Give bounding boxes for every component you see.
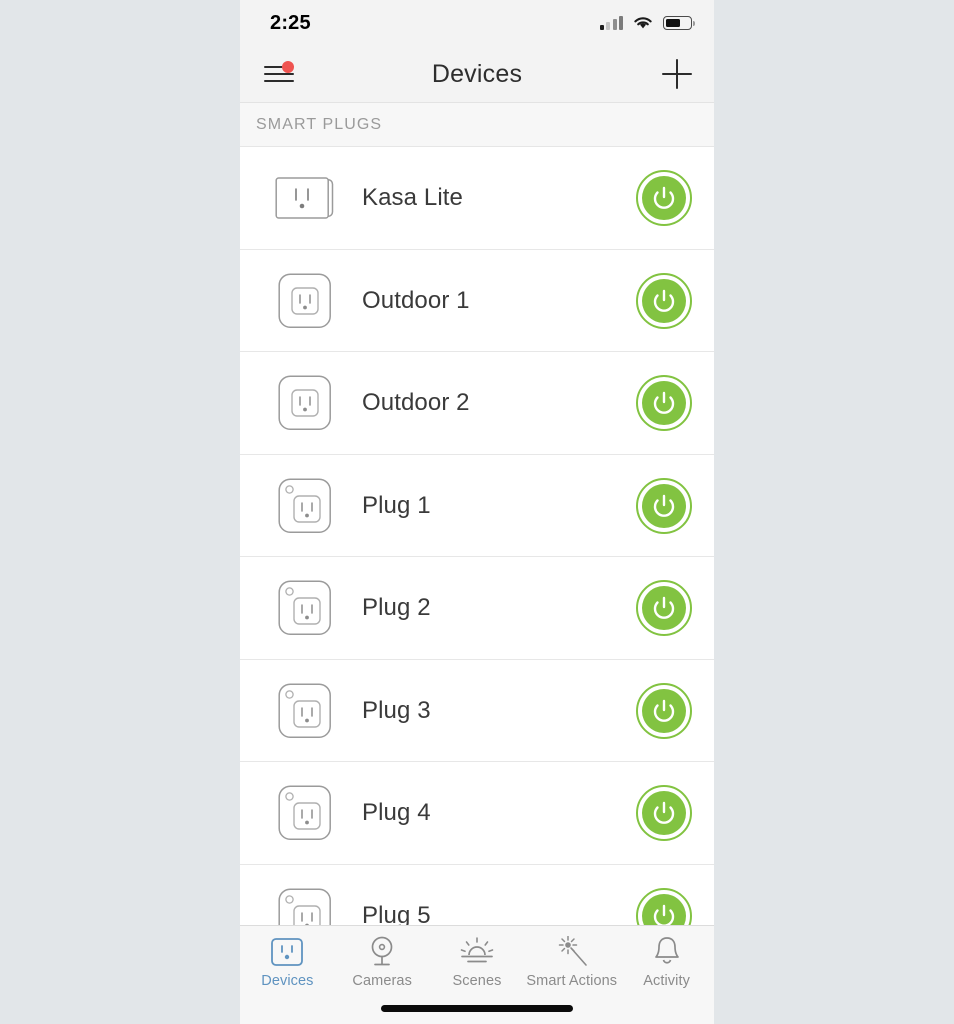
device-row[interactable]: Plug 1 (240, 454, 714, 557)
outdoor-plug-icon (278, 375, 331, 431)
device-row[interactable]: Plug 4 (240, 762, 714, 865)
tab-label: Activity (643, 973, 690, 989)
tab-label: Cameras (352, 973, 412, 989)
device-name: Outdoor 1 (362, 286, 470, 314)
magic-wand-icon (558, 936, 587, 966)
add-device-button[interactable] (662, 59, 692, 89)
power-toggle-icon[interactable] (636, 682, 692, 739)
hamburger-menu-icon[interactable] (262, 61, 296, 87)
power-toggle-on[interactable] (636, 580, 692, 637)
power-toggle-on[interactable] (636, 170, 692, 227)
tab-label: Scenes (452, 973, 502, 989)
page-title: Devices (431, 59, 523, 88)
power-toggle-icon[interactable] (636, 785, 692, 842)
device-name: Kasa Lite (362, 184, 463, 212)
bell-icon (652, 935, 682, 969)
notification-badge (282, 61, 294, 73)
outlet-icon (271, 938, 304, 966)
outdoor-plug-icon (274, 273, 336, 329)
power-toggle-on[interactable] (636, 477, 692, 534)
power-toggle-on[interactable] (636, 785, 692, 842)
device-row[interactable]: Plug 2 (240, 557, 714, 660)
device-name: Plug 2 (362, 594, 431, 622)
tab-label: Devices (261, 973, 314, 989)
wifi-icon (634, 17, 652, 29)
smart-plug-icon (274, 785, 336, 841)
device-row[interactable]: Outdoor 2 (240, 352, 714, 455)
smart-plug-lite-icon (275, 177, 334, 219)
status-time: 2:25 (270, 11, 311, 34)
smart-plug-icon (278, 683, 331, 738)
power-toggle-icon[interactable] (636, 477, 692, 534)
device-name: Plug 4 (362, 799, 431, 827)
nav-bar: Devices (240, 46, 714, 103)
device-list[interactable]: Kasa Lite Outdoor 1 Outdoor 2 Plug 1 Plu… (240, 147, 714, 1024)
smart-plug-icon (278, 785, 331, 841)
device-row[interactable]: Outdoor 1 (240, 249, 714, 352)
sunrise-icon (460, 937, 494, 963)
tab-devices[interactable]: Devices (240, 935, 335, 989)
smart-plug-icon (274, 683, 336, 739)
smart-plug-lite-icon (274, 171, 336, 225)
tab-cameras[interactable]: Cameras (335, 935, 430, 989)
power-toggle-icon[interactable] (636, 580, 692, 637)
device-name: Plug 3 (362, 696, 431, 724)
smart-plug-icon (274, 478, 336, 534)
power-toggle-on[interactable] (636, 682, 692, 739)
power-toggle-on[interactable] (636, 375, 692, 432)
power-toggle-icon[interactable] (636, 375, 692, 432)
smart-plug-icon (278, 478, 331, 533)
section-header-smart-plugs: SMART PLUGS (240, 103, 714, 147)
tab-activity[interactable]: Activity (619, 935, 714, 989)
status-bar: 2:25 (240, 0, 714, 46)
outdoor-plug-icon (274, 375, 336, 431)
phone-screen: 2:25 Devices SMART PLUGS Kasa Lite Outdo… (240, 0, 714, 1024)
device-name: Plug 1 (362, 491, 431, 519)
cellular-signal-icon (599, 16, 623, 30)
smart-plug-icon (274, 580, 336, 636)
home-indicator (381, 1005, 573, 1012)
camera-icon (371, 936, 393, 966)
sunrise-icon (460, 935, 494, 969)
device-row[interactable]: Plug 3 (240, 659, 714, 762)
device-name: Outdoor 2 (362, 389, 470, 417)
power-toggle-on[interactable] (636, 272, 692, 329)
outdoor-plug-icon (278, 273, 331, 328)
tab-scenes[interactable]: Scenes (430, 935, 525, 989)
device-row[interactable]: Kasa Lite (240, 147, 714, 250)
tab-smart-actions[interactable]: Smart Actions (524, 935, 619, 989)
magic-wand-icon (556, 935, 588, 969)
tab-label: Smart Actions (526, 973, 618, 989)
bell-icon (654, 937, 679, 964)
power-toggle-icon[interactable] (636, 272, 692, 329)
outlet-icon (271, 935, 304, 969)
camera-icon (367, 935, 397, 969)
smart-plug-icon (278, 580, 331, 636)
battery-icon (663, 16, 695, 30)
power-toggle-icon[interactable] (636, 170, 692, 227)
status-indicators (599, 15, 695, 31)
screenshot-stage: 2:25 Devices SMART PLUGS Kasa Lite Outdo… (0, 0, 954, 1024)
